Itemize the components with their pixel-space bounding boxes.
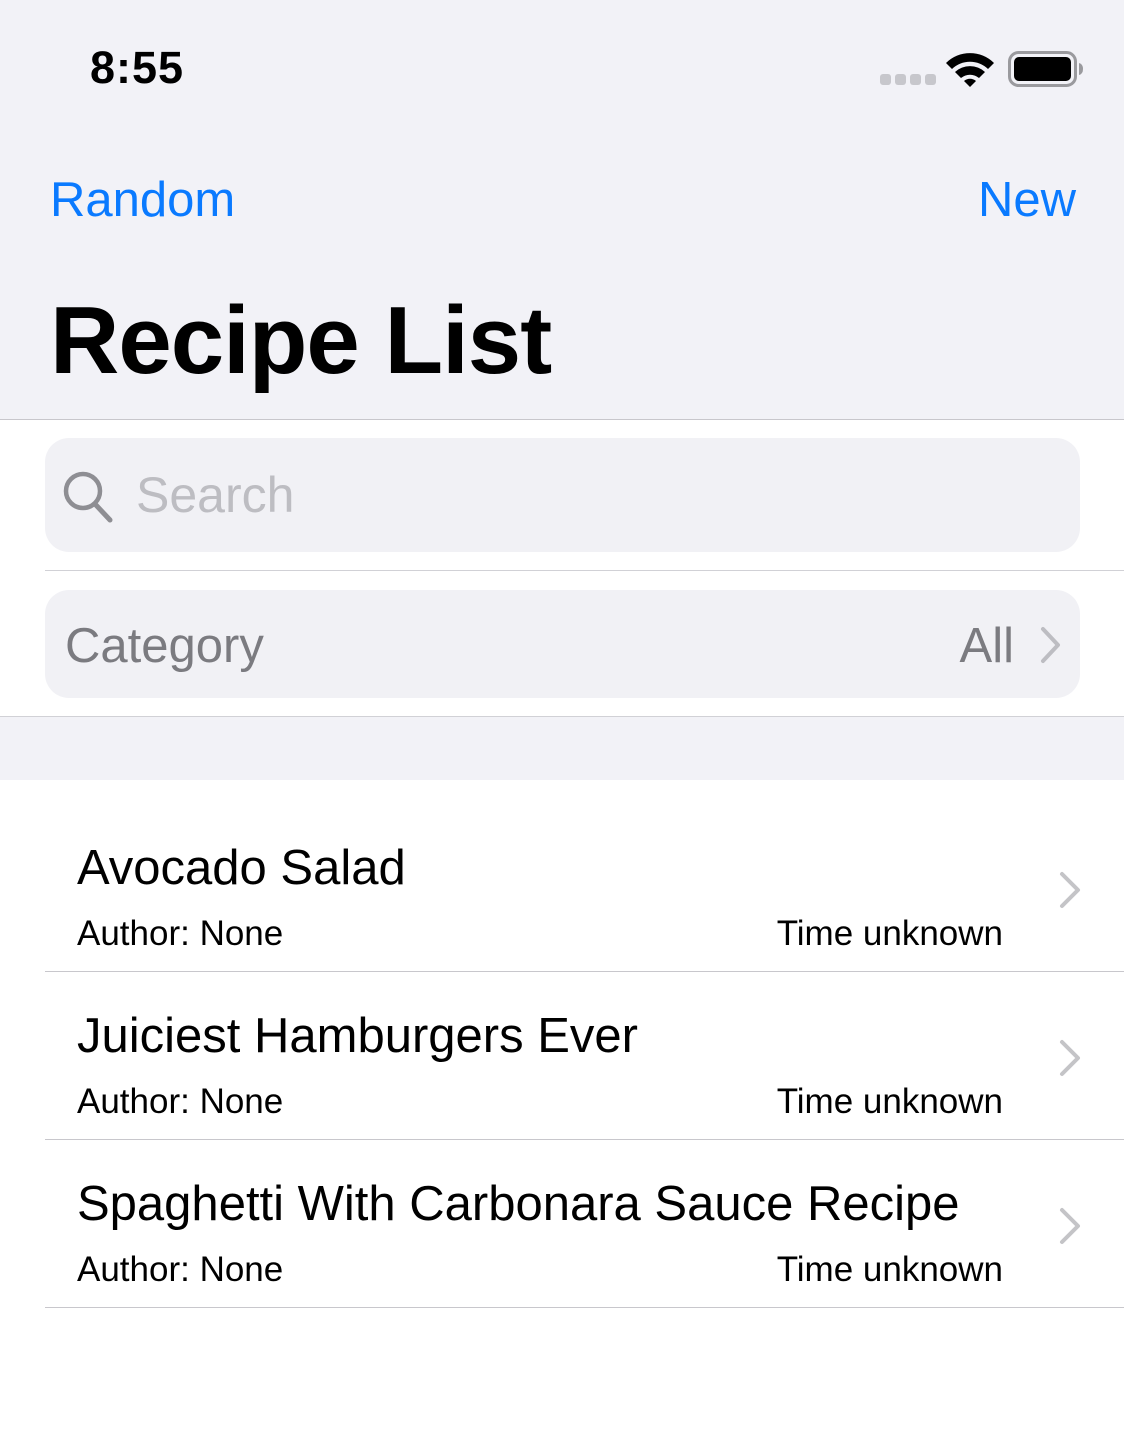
- recipe-title: Juiciest Hamburgers Ever: [77, 1009, 638, 1063]
- recipe-row[interactable]: Avocado Salad Author: None Time unknown: [0, 780, 1124, 953]
- page-title: Recipe List: [50, 287, 552, 394]
- chevron-right-icon: [1060, 1040, 1080, 1076]
- chevron-right-icon: [1060, 1208, 1080, 1244]
- chevron-right-icon: [1041, 627, 1060, 663]
- recipe-row[interactable]: Spaghetti With Carbonara Sauce Recipe Au…: [0, 1116, 1124, 1289]
- section-spacer: [0, 716, 1124, 780]
- random-button[interactable]: Random: [50, 172, 235, 228]
- chevron-right-icon: [1060, 872, 1080, 908]
- recipe-time: Time unknown: [776, 1250, 1003, 1289]
- new-recipe-button[interactable]: New: [978, 172, 1076, 228]
- category-value: All: [959, 619, 1014, 673]
- recipe-title: Spaghetti With Carbonara Sauce Recipe: [77, 1177, 960, 1231]
- recipe-author: Author: None: [77, 1250, 284, 1289]
- battery-icon: [1008, 51, 1083, 87]
- status-bar-time: 8:55: [90, 42, 185, 93]
- category-label: Category: [65, 619, 264, 673]
- recipe-title: Avocado Salad: [77, 841, 406, 895]
- cellular-signal-icon: [880, 74, 936, 86]
- row-divider: [45, 1307, 1124, 1308]
- recipe-list-screen: 8:55 Random New Recipe List Category All…: [0, 0, 1124, 1440]
- category-picker[interactable]: Category All: [45, 590, 1080, 698]
- search-icon: [63, 471, 113, 523]
- divider: [45, 570, 1124, 571]
- search-input[interactable]: [136, 464, 1036, 526]
- recipe-row[interactable]: Juiciest Hamburgers Ever Author: None Ti…: [0, 948, 1124, 1121]
- wifi-icon: [946, 53, 994, 87]
